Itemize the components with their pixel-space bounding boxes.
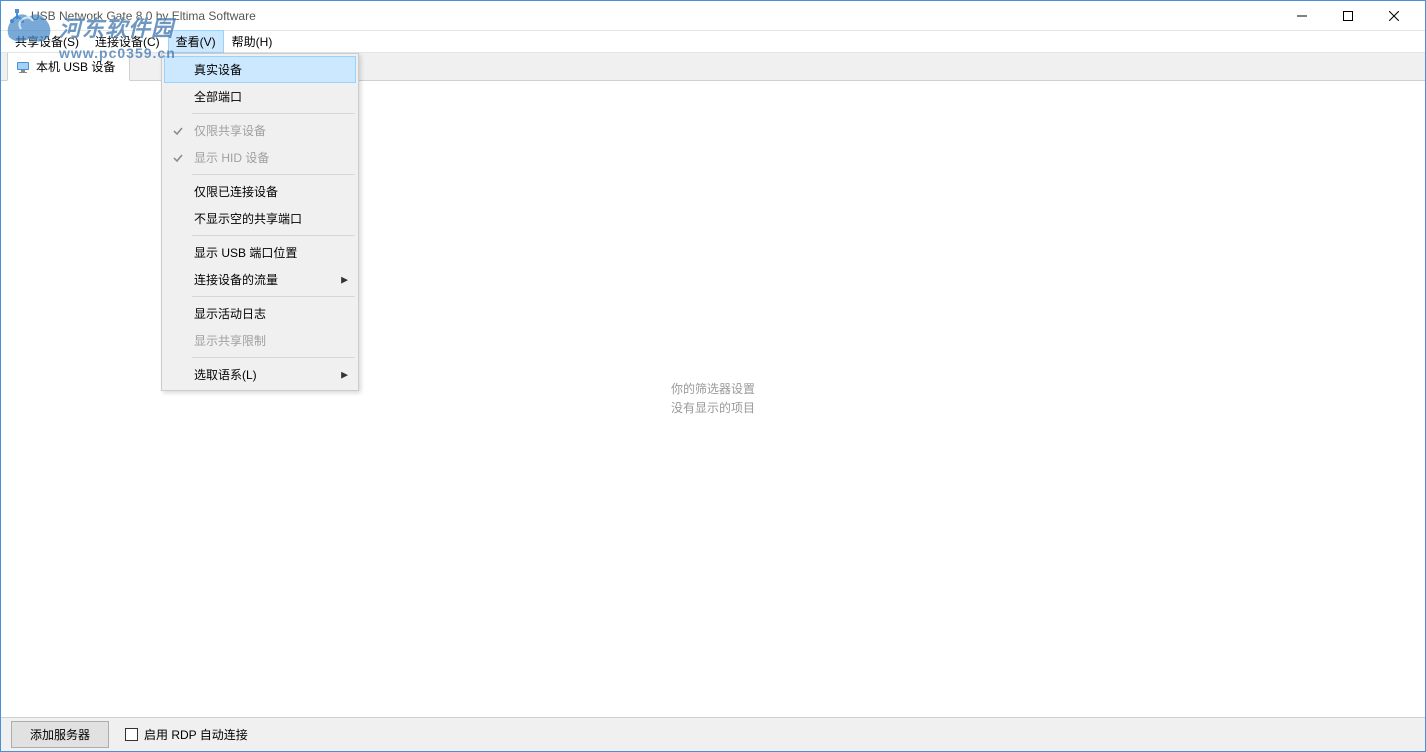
tab-label: 本机 USB 设备 — [36, 58, 115, 75]
menu-connect-device[interactable]: 连接设备(C) — [87, 30, 168, 53]
close-button[interactable] — [1371, 1, 1417, 30]
chevron-right-icon: ▶ — [341, 274, 348, 285]
minimize-button[interactable] — [1279, 1, 1325, 30]
menu-item-4: 显示 HID 设备 — [164, 144, 356, 171]
menu-item-6[interactable]: 仅限已连接设备 — [164, 178, 356, 205]
menu-item-12[interactable]: 显示活动日志 — [164, 300, 356, 327]
window-title: USB Network Gate 8.0 by Eltima Software — [31, 9, 1279, 23]
menu-share-device[interactable]: 共享设备(S) — [7, 30, 87, 53]
chevron-right-icon: ▶ — [341, 369, 348, 380]
empty-line-2: 没有显示的项目 — [671, 399, 755, 418]
menu-separator — [192, 357, 355, 358]
menu-item-15[interactable]: 选取语系(L)▶ — [164, 361, 356, 388]
app-window: USB Network Gate 8.0 by Eltima Software … — [0, 0, 1426, 752]
rdp-checkbox-label: 启用 RDP 自动连接 — [144, 726, 248, 743]
menu-separator — [192, 113, 355, 114]
menu-separator — [192, 235, 355, 236]
menu-view[interactable]: 查看(V) — [168, 30, 224, 53]
app-icon — [9, 8, 25, 24]
maximize-button[interactable] — [1325, 1, 1371, 30]
add-server-button[interactable]: 添加服务器 — [11, 721, 109, 748]
monitor-icon — [16, 60, 30, 74]
check-icon — [172, 125, 184, 137]
menu-item-3: 仅限共享设备 — [164, 117, 356, 144]
empty-line-1: 你的筛选器设置 — [671, 380, 755, 399]
titlebar: USB Network Gate 8.0 by Eltima Software — [1, 1, 1425, 31]
check-icon — [172, 152, 184, 164]
menu-item-10[interactable]: 连接设备的流量▶ — [164, 266, 356, 293]
menu-separator — [192, 174, 355, 175]
menu-item-1[interactable]: 全部端口 — [164, 83, 356, 110]
bottom-bar: 添加服务器 启用 RDP 自动连接 — [1, 717, 1425, 751]
menu-item-7[interactable]: 不显示空的共享端口 — [164, 205, 356, 232]
menu-item-9[interactable]: 显示 USB 端口位置 — [164, 239, 356, 266]
tab-local-usb-devices[interactable]: 本机 USB 设备 — [7, 52, 130, 81]
empty-state: 你的筛选器设置 没有显示的项目 — [671, 380, 755, 418]
window-controls — [1279, 1, 1417, 30]
menu-separator — [192, 296, 355, 297]
menu-item-13: 显示共享限制 — [164, 327, 356, 354]
menubar: 共享设备(S) 连接设备(C) 查看(V) 帮助(H) — [1, 31, 1425, 53]
menu-item-0[interactable]: 真实设备 — [164, 56, 356, 83]
menu-help[interactable]: 帮助(H) — [224, 30, 281, 53]
rdp-auto-connect-checkbox[interactable]: 启用 RDP 自动连接 — [125, 726, 248, 743]
checkbox-box — [125, 728, 138, 741]
view-dropdown-menu: 真实设备全部端口仅限共享设备显示 HID 设备仅限已连接设备不显示空的共享端口显… — [161, 53, 359, 391]
